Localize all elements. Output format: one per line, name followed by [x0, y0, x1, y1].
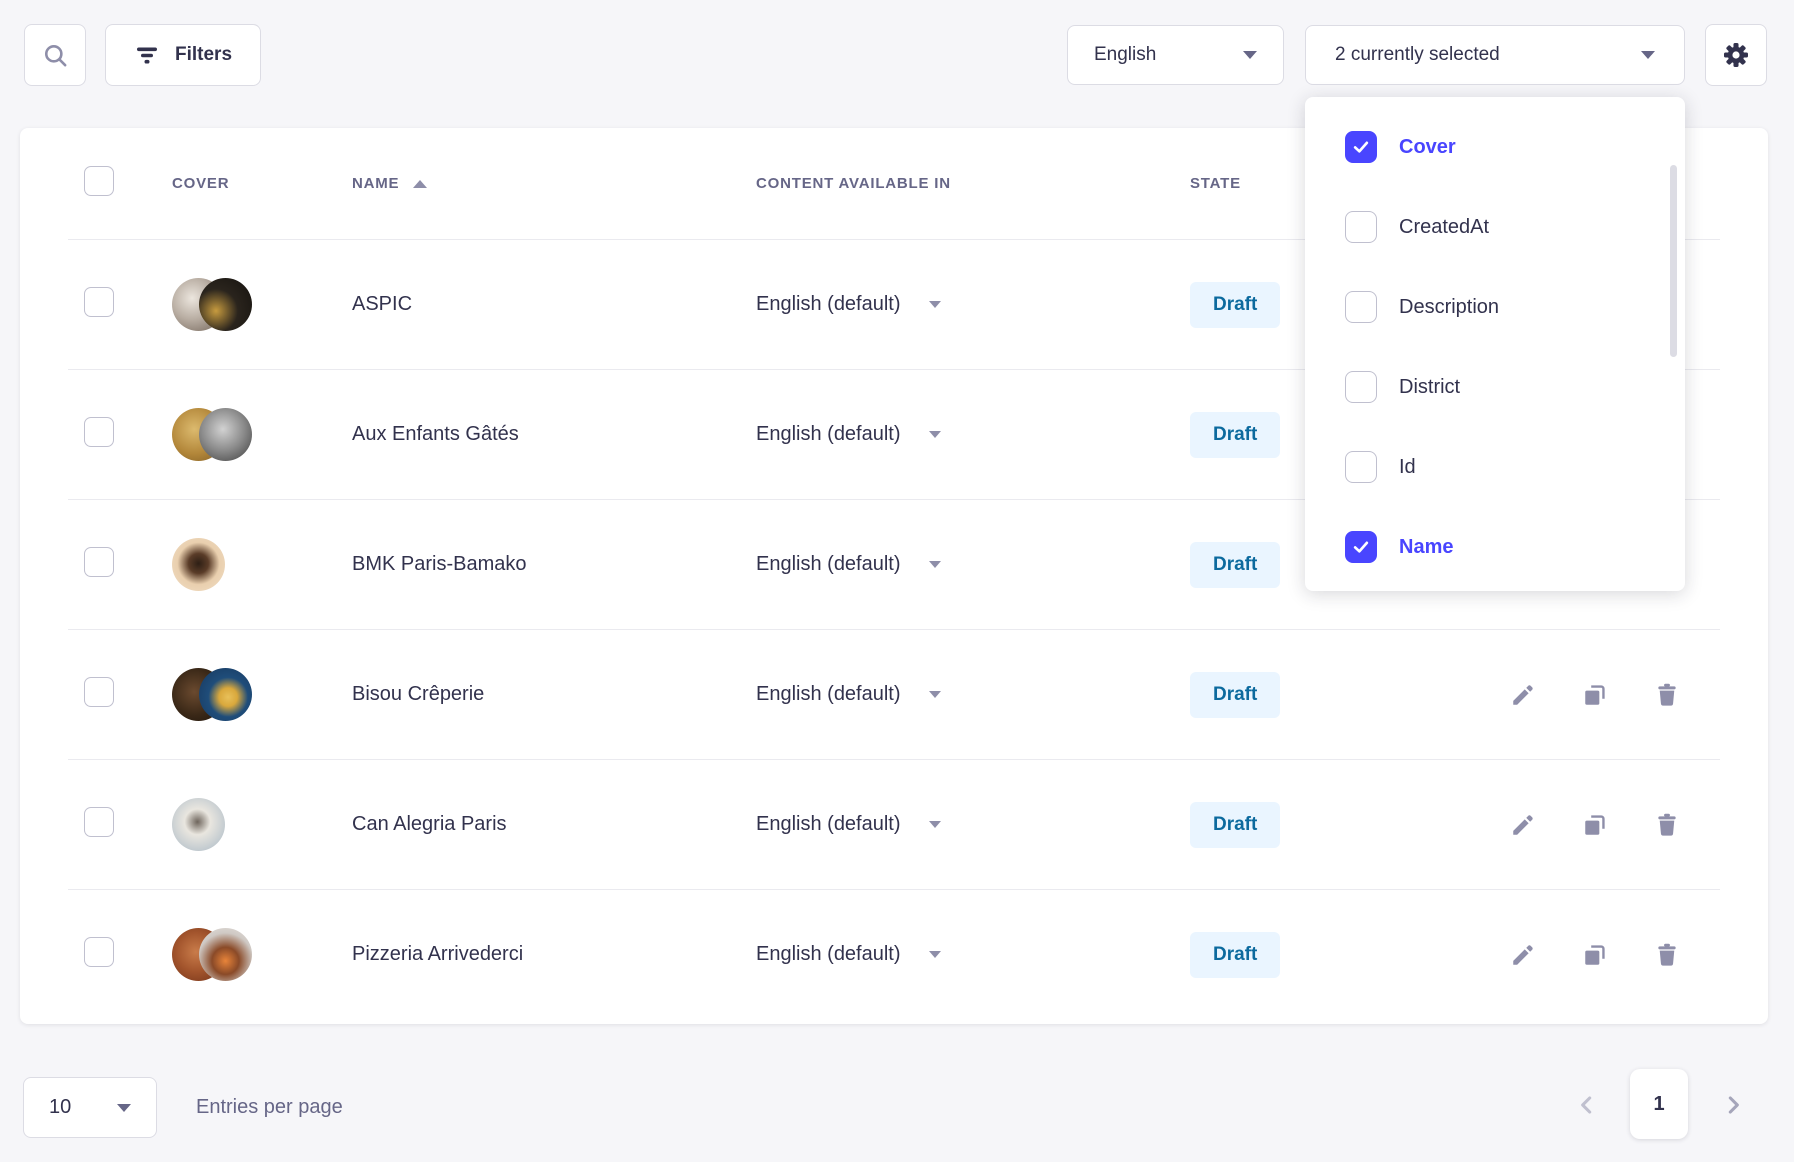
chevron-down-icon[interactable] [929, 431, 941, 438]
cover-avatars [172, 668, 352, 721]
row-locale: English (default) [756, 553, 901, 576]
edit-button[interactable] [1500, 932, 1546, 978]
search-button[interactable] [24, 24, 86, 86]
column-option-cover[interactable]: Cover [1305, 107, 1685, 187]
chevron-down-icon[interactable] [929, 951, 941, 958]
edit-button[interactable] [1500, 802, 1546, 848]
cover-avatars [172, 538, 352, 591]
columns-select-value: 2 currently selected [1335, 44, 1500, 66]
status-badge: Draft [1190, 542, 1280, 588]
cover-avatars [172, 928, 352, 981]
row-checkbox[interactable] [84, 937, 114, 967]
duplicate-button[interactable] [1572, 802, 1618, 848]
cover-avatars [172, 278, 352, 331]
chevron-right-icon [1720, 1092, 1746, 1118]
row-name: Aux Enfants Gâtés [352, 423, 756, 446]
delete-button[interactable] [1644, 932, 1690, 978]
columns-select[interactable]: 2 currently selected [1305, 25, 1685, 85]
row-locale: English (default) [756, 293, 901, 316]
checkbox-icon [1345, 291, 1377, 323]
row-checkbox[interactable] [84, 547, 114, 577]
status-badge: Draft [1190, 932, 1280, 978]
column-option-description[interactable]: Description [1305, 267, 1685, 347]
duplicate-button[interactable] [1572, 672, 1618, 718]
cover-avatar [199, 928, 252, 981]
page-size-value: 10 [49, 1096, 71, 1119]
column-header-content-available-in: CONTENT AVAILABLE IN [756, 175, 1190, 192]
cover-avatar [172, 798, 225, 851]
table-row: Bisou Crêperie English (default) Draft [68, 629, 1720, 759]
row-name: ASPIC [352, 293, 756, 316]
filter-icon [134, 43, 160, 67]
edit-button[interactable] [1500, 672, 1546, 718]
page-1-button[interactable]: 1 [1630, 1069, 1688, 1139]
chevron-down-icon [1243, 51, 1257, 59]
sort-ascending-icon [413, 180, 427, 188]
page-size-select[interactable]: 10 [23, 1077, 157, 1138]
settings-button[interactable] [1705, 24, 1767, 86]
chevron-down-icon [1641, 51, 1655, 59]
delete-button[interactable] [1644, 802, 1690, 848]
checkbox-icon [1345, 211, 1377, 243]
previous-page-button[interactable] [1565, 1083, 1609, 1127]
cover-avatars [172, 798, 352, 851]
checkbox-icon [1345, 451, 1377, 483]
row-name: Bisou Crêperie [352, 683, 756, 706]
locale-select-value: English [1094, 44, 1156, 66]
cover-avatar [172, 538, 225, 591]
column-header-cover: COVER [172, 175, 352, 192]
duplicate-button[interactable] [1572, 932, 1618, 978]
status-badge: Draft [1190, 672, 1280, 718]
chevron-down-icon[interactable] [929, 301, 941, 308]
delete-button[interactable] [1644, 672, 1690, 718]
dropdown-scrollbar[interactable] [1670, 165, 1677, 357]
row-locale: English (default) [756, 813, 901, 836]
chevron-down-icon[interactable] [929, 561, 941, 568]
cover-avatars [172, 408, 352, 461]
table-row: Can Alegria Paris English (default) Draf… [68, 759, 1720, 889]
chevron-left-icon [1574, 1092, 1600, 1118]
chevron-down-icon[interactable] [929, 691, 941, 698]
column-option-district[interactable]: District [1305, 347, 1685, 427]
row-checkbox[interactable] [84, 807, 114, 837]
row-checkbox[interactable] [84, 677, 114, 707]
filters-button-label: Filters [175, 44, 232, 66]
row-locale: English (default) [756, 943, 901, 966]
cover-avatar [199, 278, 252, 331]
row-name: Can Alegria Paris [352, 813, 756, 836]
cover-avatar [199, 668, 252, 721]
checkbox-checked-icon [1345, 531, 1377, 563]
checkbox-icon [1345, 371, 1377, 403]
chevron-down-icon[interactable] [929, 821, 941, 828]
table-row: Pizzeria Arrivederci English (default) D… [68, 889, 1720, 1019]
checkbox-checked-icon [1345, 131, 1377, 163]
next-page-button[interactable] [1711, 1083, 1755, 1127]
select-all-checkbox[interactable] [84, 166, 114, 196]
chevron-down-icon [117, 1104, 131, 1112]
columns-dropdown-panel: Cover CreatedAt Description District Id … [1305, 97, 1685, 591]
filters-button[interactable]: Filters [105, 24, 261, 86]
column-option-id[interactable]: Id [1305, 427, 1685, 507]
gear-icon [1720, 39, 1752, 71]
cover-avatar [199, 408, 252, 461]
status-badge: Draft [1190, 802, 1280, 848]
status-badge: Draft [1190, 282, 1280, 328]
column-option-createdat[interactable]: CreatedAt [1305, 187, 1685, 267]
column-header-name[interactable]: NAME [352, 175, 756, 192]
row-checkbox[interactable] [84, 417, 114, 447]
row-name: BMK Paris-Bamako [352, 553, 756, 576]
row-locale: English (default) [756, 683, 901, 706]
column-option-name[interactable]: Name [1305, 507, 1685, 587]
row-checkbox[interactable] [84, 287, 114, 317]
search-icon [42, 42, 69, 69]
entries-per-page-label: Entries per page [196, 1096, 343, 1119]
locale-select[interactable]: English [1067, 25, 1284, 85]
row-locale: English (default) [756, 423, 901, 446]
status-badge: Draft [1190, 412, 1280, 458]
row-name: Pizzeria Arrivederci [352, 943, 756, 966]
